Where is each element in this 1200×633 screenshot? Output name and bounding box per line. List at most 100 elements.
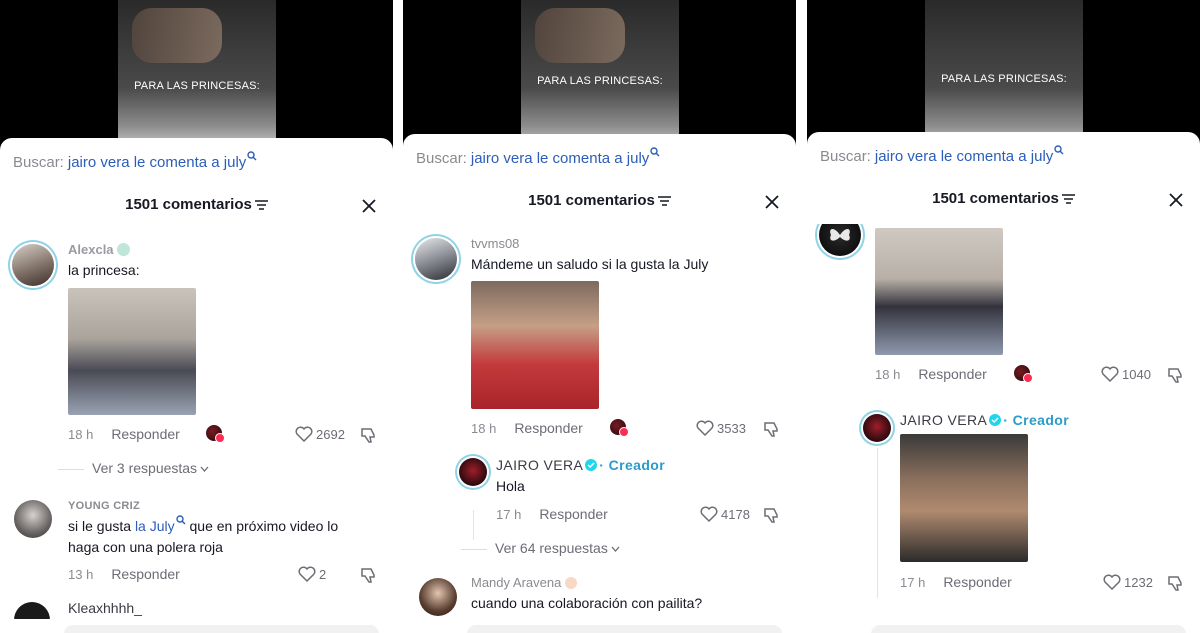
avatar[interactable] — [863, 414, 891, 442]
creator-liked-avatar — [610, 419, 629, 437]
comment-username[interactable]: YOUNG CRIZ — [68, 500, 140, 512]
avatar[interactable] — [14, 500, 52, 538]
search-suggestion[interactable]: Buscar: jairo vera le comenta a july — [13, 151, 257, 171]
reply-button[interactable]: Responder — [539, 506, 608, 522]
reply-button[interactable]: Responder — [943, 574, 1012, 590]
comment-time: 13 h — [68, 567, 94, 582]
comments-header: 1501 comentarios — [403, 192, 796, 216]
filter-icon[interactable] — [1061, 194, 1075, 204]
comment-text: si le gusta la July que en próximo video… — [68, 515, 368, 558]
avatar[interactable] — [415, 238, 457, 280]
mention-link-text: la July — [134, 518, 175, 534]
reply-button[interactable]: Responder — [111, 566, 180, 582]
search-label: Buscar: — [13, 154, 64, 171]
creator-badge: · Creador — [599, 457, 666, 473]
comment-username[interactable]: JAIRO VERA · Creador — [496, 457, 665, 473]
comment-time: 17 h — [496, 507, 522, 522]
chevron-down-icon — [200, 466, 209, 473]
mention-link[interactable]: la July — [134, 515, 186, 534]
comment-meta: 18 h Responder — [68, 426, 180, 442]
avatar[interactable] — [12, 244, 54, 286]
video-arm-image — [535, 8, 625, 63]
search-term[interactable]: jairo vera le comenta a july — [471, 150, 649, 167]
search-icon — [650, 147, 660, 157]
comment-meta: 13 h Responder — [68, 566, 180, 582]
dislike-icon[interactable] — [1167, 574, 1185, 592]
reply-button[interactable]: Responder — [111, 426, 180, 442]
comment-image[interactable] — [900, 434, 1028, 562]
comment-username[interactable]: JAIRO VERA · Creador — [900, 412, 1069, 428]
like-button[interactable]: 1232 — [1103, 574, 1153, 590]
heart-icon — [298, 566, 316, 582]
close-icon[interactable] — [764, 194, 780, 210]
video-arm-image — [132, 8, 222, 63]
like-button[interactable]: 4178 — [700, 506, 750, 522]
comment-list[interactable]: 18 h Responder 1040 JAIRO VERA · Creador 1… — [807, 224, 1200, 633]
view-replies-button[interactable]: Ver 64 respuestas — [461, 540, 620, 556]
comments-sheet: Buscar: jairo vera le comenta a july 1501… — [403, 134, 796, 633]
like-button[interactable]: 2692 — [295, 426, 345, 442]
comment-text: Hola — [496, 478, 525, 494]
comments-header: 1501 comentarios — [807, 190, 1200, 214]
reply-button[interactable]: Responder — [514, 420, 583, 436]
view-replies-label: Ver 64 respuestas — [495, 540, 608, 556]
comments-header: 1501 comentarios — [0, 196, 393, 220]
heart-icon — [700, 506, 718, 522]
dislike-icon[interactable] — [360, 426, 378, 444]
search-suggestion[interactable]: Buscar: jairo vera le comenta a july — [416, 147, 660, 167]
comment-username[interactable]: Kleaxhhhh_ — [68, 600, 142, 616]
verified-icon — [585, 459, 598, 471]
search-term[interactable]: jairo vera le comenta a july — [875, 148, 1053, 165]
comment-time: 18 h — [471, 421, 497, 436]
close-icon[interactable] — [1168, 192, 1184, 208]
view-replies-button[interactable]: Ver 3 respuestas — [58, 460, 209, 476]
avatar[interactable] — [819, 224, 861, 256]
comment-input-bar — [0, 619, 393, 633]
comment-count: 1501 comentarios — [125, 196, 252, 213]
comment-text: Mándeme un saludo si la gusta la July — [471, 256, 709, 272]
like-count: 2 — [319, 566, 327, 582]
search-label: Buscar: — [820, 148, 871, 165]
like-count: 4178 — [721, 506, 750, 522]
dislike-icon[interactable] — [360, 566, 378, 584]
dislike-icon[interactable] — [763, 506, 781, 524]
comment-list[interactable]: Alexcla la princesa: 18 h Responder 2692 … — [0, 230, 393, 633]
dislike-icon[interactable] — [1167, 366, 1185, 384]
dislike-icon[interactable] — [763, 420, 781, 438]
creator-liked-avatar — [1014, 365, 1033, 383]
like-button[interactable]: 1040 — [1101, 366, 1151, 382]
comment-input[interactable] — [871, 625, 1186, 633]
comment-image[interactable] — [68, 288, 196, 415]
comment-input[interactable] — [64, 625, 379, 633]
comment-input[interactable] — [467, 625, 782, 633]
search-suggestion[interactable]: Buscar: jairo vera le comenta a july — [820, 145, 1064, 165]
video-caption: PARA LAS PRINCESAS: — [537, 75, 663, 87]
avatar[interactable] — [459, 458, 487, 486]
thread-line — [473, 510, 474, 540]
comment-image[interactable] — [471, 281, 599, 409]
comment-meta: 17 h Responder — [900, 574, 1012, 590]
username-text: Mandy Aravena — [471, 575, 562, 590]
comment-username[interactable]: Alexcla — [68, 242, 131, 257]
screenshot-panel-1: PARA LAS PRINCESAS: Buscar: jairo vera le… — [0, 0, 393, 633]
avatar[interactable] — [419, 578, 457, 616]
filter-icon[interactable] — [657, 196, 671, 206]
username-text: JAIRO VERA — [496, 457, 584, 473]
comment-username[interactable]: tvvms08 — [471, 236, 519, 251]
like-button[interactable]: 2 — [298, 566, 326, 582]
comment-list[interactable]: tvvms08 Mándeme un saludo si la gusta la… — [403, 226, 796, 633]
comment-username[interactable]: Mandy Aravena — [471, 575, 577, 590]
heart-icon — [1103, 574, 1121, 590]
filter-icon[interactable] — [254, 200, 268, 210]
video-caption: PARA LAS PRINCESAS: — [134, 80, 260, 92]
screenshot-panel-2: PARA LAS PRINCESAS: Buscar: jairo vera le… — [403, 0, 796, 633]
reply-button[interactable]: Responder — [918, 366, 987, 382]
close-icon[interactable] — [361, 198, 377, 214]
search-icon — [247, 151, 257, 161]
like-button[interactable]: 3533 — [696, 420, 746, 436]
comment-image[interactable] — [875, 228, 1003, 355]
search-term[interactable]: jairo vera le comenta a july — [68, 154, 246, 171]
chevron-down-icon — [611, 546, 620, 553]
like-count: 1040 — [1122, 366, 1151, 382]
video-player[interactable]: PARA LAS PRINCESAS: — [0, 0, 393, 160]
